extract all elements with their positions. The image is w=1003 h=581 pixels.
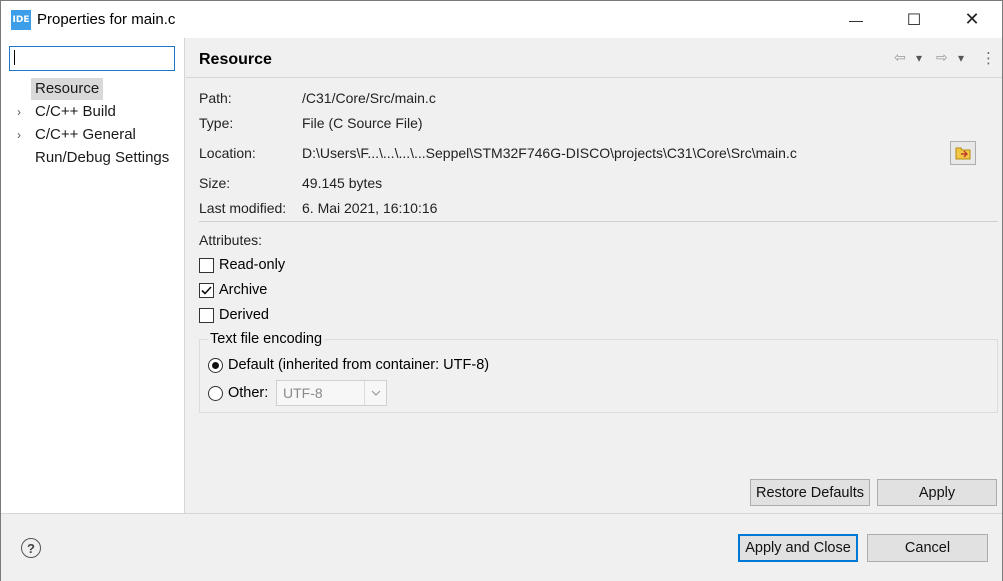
properties-dialog: IDE Properties for main.c — ☐ ✕ Resource… — [0, 0, 1003, 581]
derived-checkbox[interactable] — [199, 307, 214, 323]
path-value: /C31/Core/Src/main.c — [302, 90, 436, 106]
encoding-group-legend: Text file encoding — [208, 331, 325, 347]
minimize-button[interactable]: — — [827, 1, 885, 38]
maximize-button[interactable]: ☐ — [885, 1, 943, 38]
resource-page: Resource ⇦ ▾ ⇨ ▾ ⋮ Path: /C31/Core/Src/m… — [186, 38, 1002, 513]
chevron-down-icon — [364, 381, 386, 405]
restore-defaults-button[interactable]: Restore Defaults — [750, 479, 870, 506]
archive-checkbox[interactable] — [199, 282, 214, 298]
archive-checkbox-row[interactable]: Archive — [199, 281, 267, 299]
ide-app-icon: IDE — [11, 10, 31, 30]
default-encoding-radio[interactable] — [208, 357, 223, 373]
tree-item-c-cpp-general[interactable]: C/C++ General — [31, 124, 140, 146]
filter-input[interactable] — [9, 46, 175, 71]
cancel-button[interactable]: Cancel — [867, 534, 988, 562]
page-title: Resource — [199, 51, 272, 68]
close-icon: ✕ — [964, 9, 980, 29]
other-encoding-select[interactable]: UTF-8 — [276, 380, 387, 406]
other-encoding-radio-row[interactable]: Other: — [208, 385, 268, 401]
other-encoding-value: UTF-8 — [283, 385, 323, 401]
checkmark-icon — [201, 285, 212, 295]
default-encoding-label: Default (inherited from container: UTF-8… — [228, 357, 490, 373]
show-in-system-explorer-button[interactable] — [950, 141, 976, 165]
back-menu-icon[interactable]: ▾ — [916, 51, 922, 65]
size-value: 49.145 bytes — [302, 175, 383, 191]
text-file-encoding-group: Text file encoding Default (inherited fr… — [199, 331, 998, 413]
forward-menu-icon[interactable]: ▾ — [958, 51, 964, 65]
apply-and-close-button[interactable]: Apply and Close — [738, 534, 858, 562]
path-label: Path: — [199, 90, 232, 106]
apply-button[interactable]: Apply — [877, 479, 997, 506]
last-modified-label: Last modified: — [199, 200, 287, 216]
default-encoding-radio-row[interactable]: Default (inherited from container: UTF-8… — [208, 357, 489, 373]
title-bar: IDE Properties for main.c — ☐ ✕ — [1, 1, 1002, 38]
separator — [199, 221, 998, 222]
tree-item-run-debug-settings[interactable]: Run/Debug Settings — [31, 147, 173, 169]
view-menu-icon[interactable]: ⋮ — [981, 49, 996, 67]
page-header: Resource ⇦ ▾ ⇨ ▾ ⋮ — [186, 38, 1002, 78]
type-label: Type: — [199, 115, 234, 131]
preference-tree-pane: Resource › C/C++ Build › C/C++ General R… — [1, 38, 185, 513]
read-only-checkbox-row[interactable]: Read-only — [199, 256, 285, 274]
expand-c-cpp-build-icon[interactable]: › — [17, 101, 29, 123]
tree-item-c-cpp-build[interactable]: C/C++ Build — [31, 101, 120, 123]
tree-item-resource[interactable]: Resource — [31, 78, 104, 100]
location-value: D:\Users\F...\...\...\...Seppel\STM32F74… — [302, 145, 797, 161]
close-button[interactable]: ✕ — [943, 1, 1001, 38]
archive-label: Archive — [219, 282, 268, 298]
last-modified-value: 6. Mai 2021, 16:10:16 — [302, 200, 438, 216]
location-label: Location: — [199, 145, 256, 161]
forward-arrow-icon[interactable]: ⇨ — [936, 49, 948, 66]
read-only-label: Read-only — [219, 257, 286, 273]
back-arrow-icon[interactable]: ⇦ — [894, 49, 906, 66]
other-encoding-label: Other: — [228, 385, 269, 401]
derived-checkbox-row[interactable]: Derived — [199, 306, 269, 324]
attributes-label: Attributes: — [199, 232, 263, 248]
radio-selected-dot — [212, 361, 219, 369]
minimize-icon: — — [849, 11, 863, 28]
window-title: Properties for main.c — [37, 11, 176, 28]
size-label: Size: — [199, 175, 231, 191]
other-encoding-radio[interactable] — [208, 385, 223, 401]
text-caret — [14, 50, 15, 65]
folder-open-icon — [955, 147, 971, 160]
help-icon[interactable]: ? — [21, 538, 41, 558]
read-only-checkbox[interactable] — [199, 257, 214, 273]
type-value: File (C Source File) — [302, 115, 423, 131]
dialog-footer: ? Apply and Close Cancel — [1, 513, 1002, 581]
maximize-icon: ☐ — [906, 11, 922, 29]
derived-label: Derived — [219, 307, 269, 323]
expand-c-cpp-general-icon[interactable]: › — [17, 124, 29, 146]
